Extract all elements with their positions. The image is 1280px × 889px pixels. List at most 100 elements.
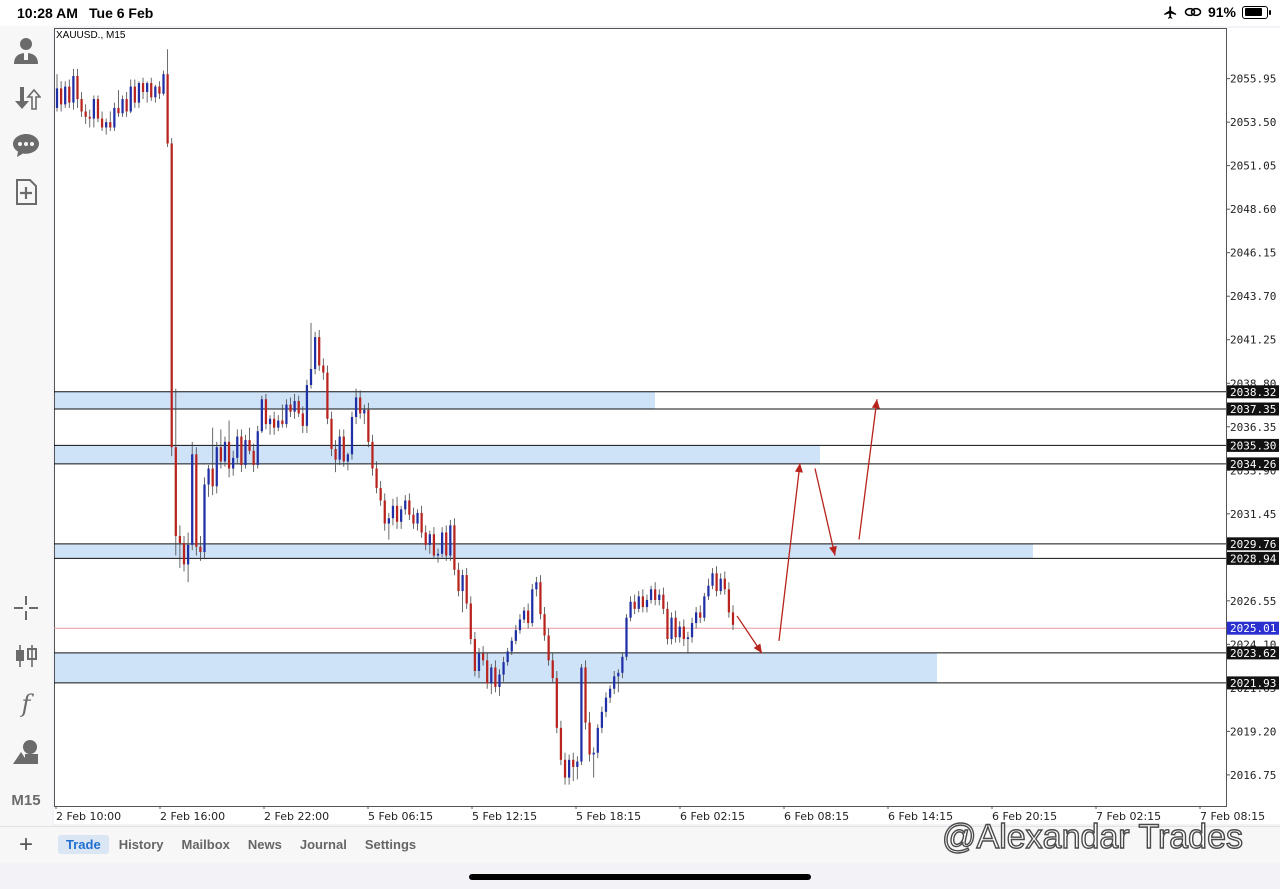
candle-body [686, 637, 690, 640]
candles-icon[interactable] [8, 638, 44, 674]
price-level-label: 2023.62 [1230, 647, 1276, 660]
candle-body [154, 86, 157, 98]
candle-body [309, 369, 313, 386]
objects-icon[interactable] [8, 734, 44, 770]
candle-body [338, 436, 341, 460]
candle-body [703, 596, 706, 618]
candle-body [473, 639, 477, 672]
candle-body [211, 468, 214, 487]
home-indicator[interactable] [469, 874, 811, 880]
indicators-icon[interactable]: f [8, 686, 44, 722]
candle-body [326, 372, 329, 419]
timeframe-button[interactable]: M15 [0, 792, 52, 809]
candle-body [457, 569, 460, 592]
candle-body [363, 409, 366, 414]
candle-body [641, 596, 644, 608]
candle-body [494, 667, 497, 687]
tab-history[interactable]: History [111, 835, 172, 854]
y-tick-label: 2046.15 [1230, 247, 1276, 260]
price-level-label: 2029.76 [1230, 538, 1276, 551]
candle-body [137, 83, 141, 103]
candle-body [371, 441, 374, 469]
candle-body [191, 454, 194, 545]
chat-icon[interactable] [8, 127, 44, 163]
y-tick-label: 2053.50 [1230, 116, 1276, 129]
candle-body [268, 418, 272, 425]
candle-body [719, 578, 722, 592]
tab-journal[interactable]: Journal [292, 835, 355, 854]
candle-body [186, 544, 190, 565]
candle-body [125, 99, 128, 112]
candle-body [59, 88, 63, 105]
candle-body [678, 626, 681, 638]
candle-body [654, 589, 657, 600]
candle-body [219, 447, 223, 462]
candle-body [72, 75, 75, 103]
crosshair-icon[interactable] [8, 590, 44, 626]
candle-body [174, 447, 177, 537]
y-tick-label: 2019.20 [1230, 725, 1276, 738]
candle-body [367, 409, 370, 442]
candle-body [707, 585, 710, 597]
candle-body [629, 601, 632, 618]
y-tick-label: 2055.95 [1230, 73, 1276, 86]
candle-body [432, 534, 436, 556]
candle-body [539, 582, 542, 615]
candle-body [723, 578, 726, 590]
tab-trade[interactable]: Trade [58, 835, 109, 854]
candle-body [203, 484, 206, 552]
candle-body [342, 436, 345, 462]
status-date: Tue 6 Feb [89, 5, 154, 21]
add-button[interactable]: + [12, 831, 40, 859]
candle-body [600, 711, 604, 728]
candle-body [522, 610, 526, 620]
candle-body [662, 594, 665, 609]
price-chart[interactable]: 2055.95 2053.50 2051.05 2048.60 2046.15 2043.… [54, 28, 1280, 824]
y-tick-label: 2051.05 [1230, 160, 1276, 173]
candle-body [215, 447, 218, 487]
tab-mailbox[interactable]: Mailbox [173, 835, 237, 854]
candle-body [88, 116, 91, 119]
candle-body [695, 612, 698, 624]
candle-body [240, 436, 243, 465]
y-tick-label: 2026.55 [1230, 595, 1276, 608]
candle-body [141, 83, 145, 92]
candle-body [637, 596, 640, 609]
tab-settings[interactable]: Settings [357, 835, 424, 854]
candle-body [440, 532, 444, 554]
chart-area[interactable]: 2055.95 2053.50 2051.05 2048.60 2046.15 2043.… [54, 28, 1280, 824]
candle-body [281, 420, 284, 425]
account-icon[interactable] [8, 32, 44, 68]
candle-body [301, 413, 304, 426]
candle-body [420, 512, 423, 533]
x-tick-label: 5 Feb 06:15 [368, 810, 433, 823]
candle-body [346, 454, 350, 462]
candle-body [207, 468, 210, 485]
candle-body [510, 640, 513, 652]
candle-body [531, 589, 534, 624]
plot-frame [54, 28, 1227, 807]
trade-up-down-icon[interactable] [8, 80, 44, 116]
candle-body [666, 608, 669, 640]
status-indicators: 91% [1163, 4, 1271, 20]
candle-body [527, 610, 530, 624]
tab-news[interactable]: News [240, 835, 290, 854]
candle-body [391, 505, 395, 519]
new-order-icon[interactable] [8, 174, 44, 210]
candle-body [428, 534, 431, 545]
candle-body [199, 546, 202, 552]
candle-body [313, 337, 317, 370]
candle-body [330, 418, 333, 449]
y-tick-label: 2048.60 [1230, 203, 1276, 216]
y-tick-label: 2041.25 [1230, 334, 1276, 347]
candle-body [178, 536, 182, 544]
x-tick-label: 6 Feb 02:15 [680, 810, 745, 823]
candle-body [576, 761, 579, 767]
zone-rect [55, 543, 1033, 559]
candle-body [277, 420, 280, 428]
candle-body [354, 397, 358, 417]
candle-body [596, 727, 599, 753]
candle-body [608, 688, 612, 698]
candle-body [555, 678, 558, 728]
candle-body [273, 418, 276, 428]
